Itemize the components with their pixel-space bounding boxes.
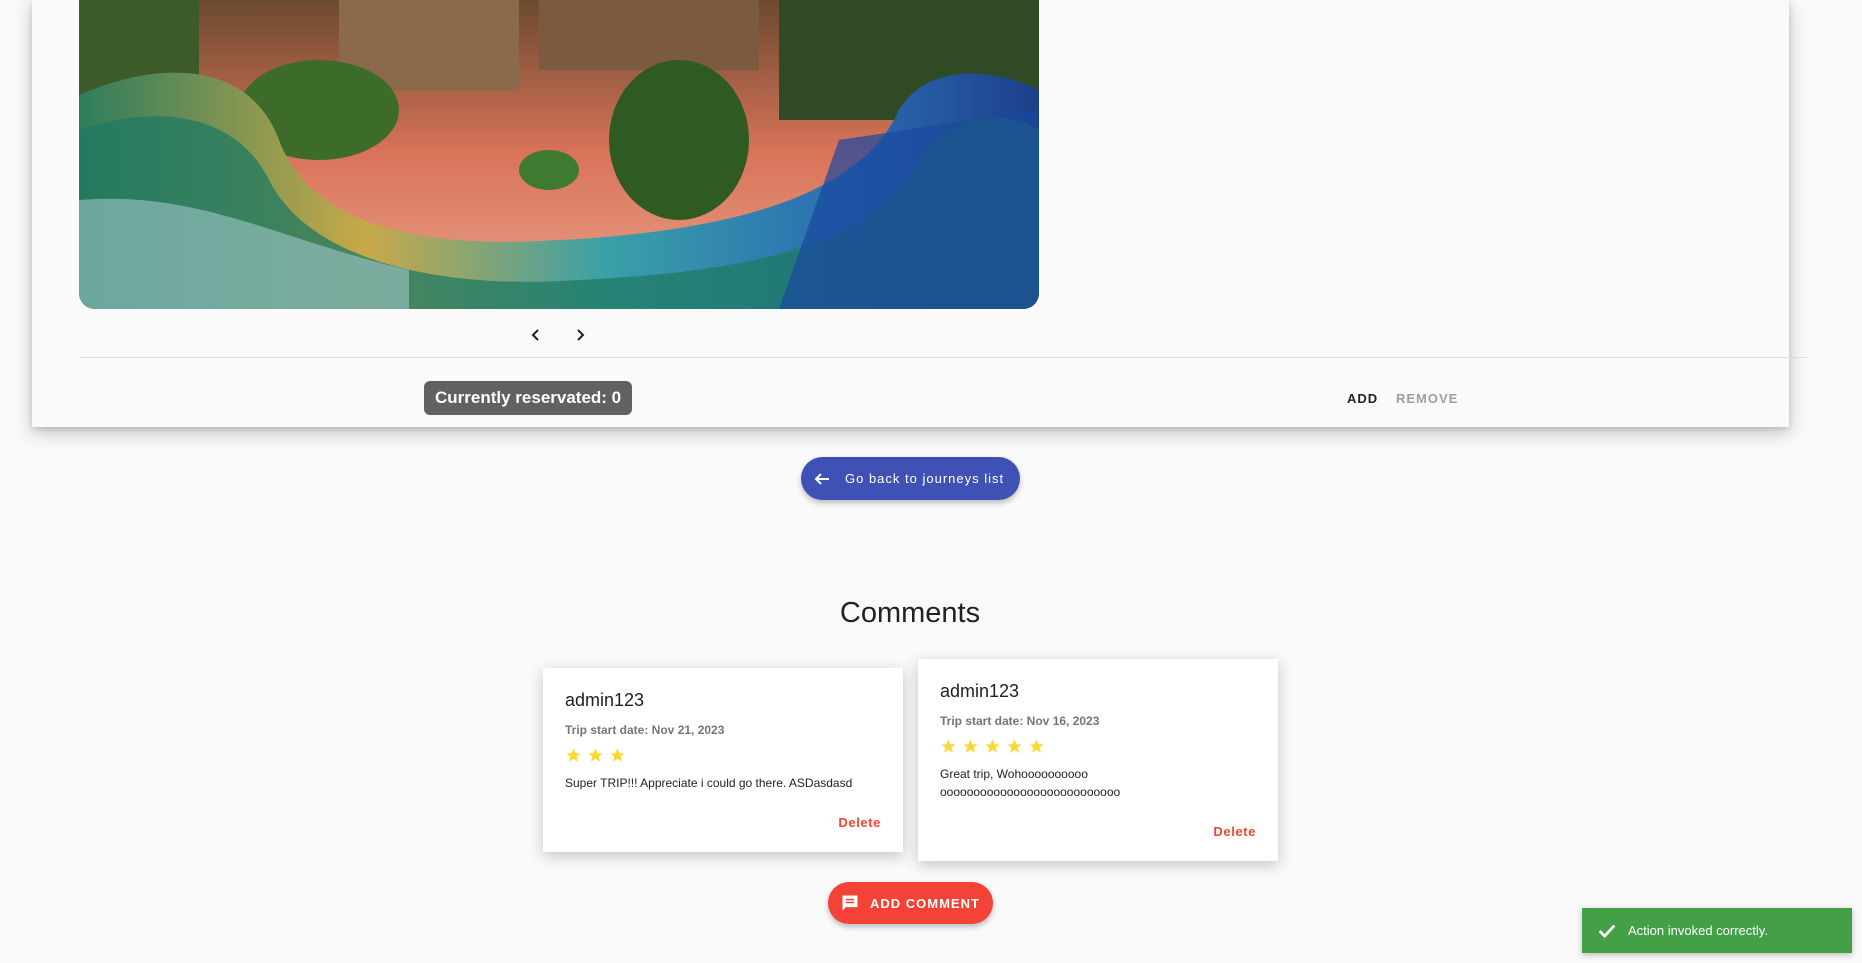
star-icon	[941, 739, 956, 753]
add-comment-label: ADD COMMENT	[870, 895, 980, 911]
comment-rating	[940, 738, 1256, 755]
remove-reservation-button[interactable]: REMOVE	[1390, 387, 1464, 410]
back-button-label: Go back to journeys list	[845, 471, 1005, 486]
comment-author: admin123	[565, 690, 645, 710]
delete-comment-button[interactable]: Delete	[838, 815, 881, 830]
comment-rating	[565, 747, 881, 764]
star-icon	[588, 748, 603, 762]
reserved-count-badge: Currently reservated: 0	[424, 381, 633, 415]
next-image-button[interactable]	[567, 322, 593, 348]
comment-trip-date: Trip start date: Nov 21, 2023	[565, 723, 725, 737]
delete-comment-button[interactable]: Delete	[1213, 824, 1256, 839]
toast-message: Action invoked correctly.	[1628, 923, 1768, 938]
add-comment-button[interactable]: ADD COMMENT	[828, 882, 993, 924]
previous-image-button[interactable]	[523, 322, 549, 348]
comment-card: admin123 Trip start date: Nov 16, 2023 G…	[918, 659, 1278, 861]
divider	[79, 357, 1807, 358]
add-reservation-button[interactable]: ADD	[1341, 387, 1384, 410]
comment-card: admin123 Trip start date: Nov 21, 2023 S…	[543, 668, 903, 852]
comment-icon	[842, 895, 858, 911]
chevron-left-icon	[531, 329, 539, 341]
comment-trip-date: Trip start date: Nov 16, 2023	[940, 714, 1100, 728]
comment-text: Great trip, Wohoooooooooo oooooooooooooo…	[940, 767, 1121, 799]
comment-text: Super TRIP!!! Appreciate i could go ther…	[565, 776, 853, 790]
star-icon	[610, 748, 625, 762]
star-icon	[985, 739, 1000, 753]
comment-author: admin123	[940, 681, 1020, 701]
back-to-journeys-button[interactable]: Go back to journeys list	[801, 457, 1020, 500]
star-icon	[1029, 739, 1044, 753]
journey-photo	[79, 0, 1039, 309]
star-icon	[963, 739, 978, 753]
comments-heading: Comments	[839, 597, 981, 629]
journey-card: Currently reservated: 0 ADD REMOVE	[32, 0, 1807, 427]
arrow-back-icon	[814, 472, 829, 485]
chevron-right-icon	[577, 329, 585, 341]
star-icon	[1007, 739, 1022, 753]
check-icon	[1598, 924, 1616, 938]
snackbar-toast: Action invoked correctly.	[1582, 908, 1852, 953]
star-icon	[566, 748, 581, 762]
